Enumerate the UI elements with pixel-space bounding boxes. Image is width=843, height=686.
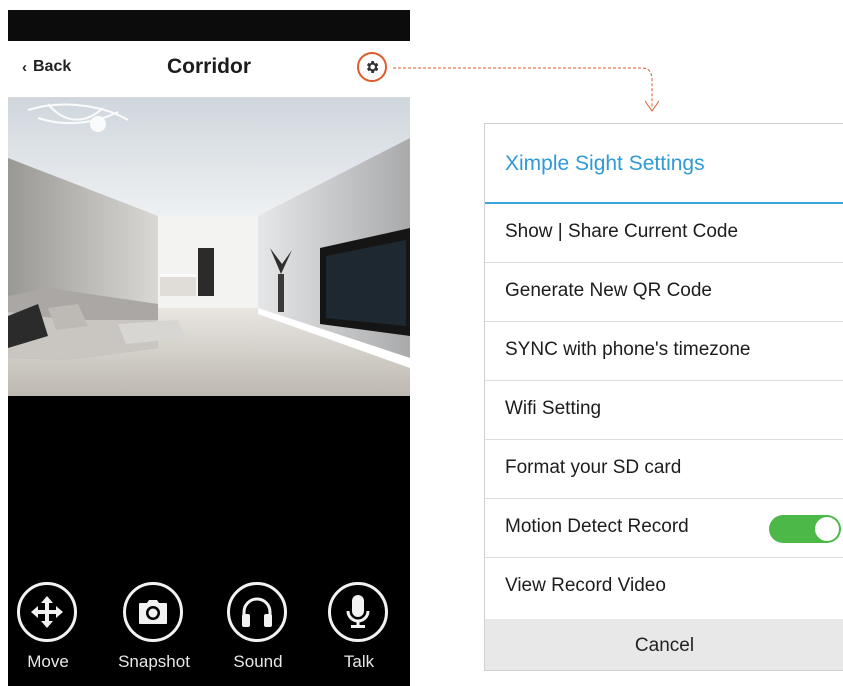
menu-item-label: Motion Detect Record [505,516,689,537]
page-title: Corridor [167,55,251,78]
menu-item-generate-qr[interactable]: Generate New QR Code [485,263,843,322]
cancel-label: Cancel [634,635,695,656]
talk-label: Talk [343,652,375,671]
move-arrows-icon [31,596,63,628]
menu-item-view-record-video[interactable]: View Record Video [485,558,843,617]
motion-detect-toggle[interactable] [769,515,841,543]
room-scene-image [8,98,410,396]
snapshot-label: Snapshot [118,652,190,671]
sound-label: Sound [233,652,283,671]
settings-menu: Ximple Sight Settings Show | Share Curre… [484,123,843,671]
toggle-knob [815,517,839,541]
headphones-icon [242,597,272,627]
microphone-icon [346,595,370,628]
phone-screen: ‹ Back Corridor Move Snapshot Sound Talk [8,10,410,686]
menu-item-label: SYNC with phone's timezone [505,339,751,360]
menu-item-motion-detect: Motion Detect Record [485,499,843,558]
move-label: Move [27,652,69,671]
sound-button[interactable]: Sound [218,580,298,686]
move-ring [17,582,77,642]
talk-ring [328,582,388,642]
camera-feed[interactable] [8,98,410,396]
gear-icon [367,61,379,73]
menu-item-format-sd[interactable]: Format your SD card [485,440,843,499]
menu-item-label: View Record Video [505,575,666,596]
menu-item-wifi-setting[interactable]: Wifi Setting [485,381,843,440]
snapshot-ring [123,582,183,642]
cancel-button[interactable]: Cancel [485,619,843,670]
menu-item-label: Format your SD card [505,457,682,478]
nav-bar: ‹ Back Corridor [8,41,410,98]
settings-menu-header: Ximple Sight Settings [485,124,843,204]
menu-item-label: Wifi Setting [505,398,602,419]
status-bar [8,10,410,41]
talk-button[interactable]: Talk [319,580,399,686]
camera-icon [139,600,167,624]
menu-item-label: Generate New QR Code [505,280,712,301]
sound-ring [227,582,287,642]
snapshot-button[interactable]: Snapshot [114,580,194,686]
settings-menu-title: Ximple Sight Settings [505,152,705,175]
camera-controls: Move Snapshot Sound Talk [8,580,410,686]
menu-item-label: Show | Share Current Code [505,221,739,242]
menu-item-show-share-code[interactable]: Show | Share Current Code [485,204,843,263]
settings-button[interactable] [357,52,387,82]
move-button[interactable]: Move [8,580,88,686]
menu-item-sync-timezone[interactable]: SYNC with phone's timezone [485,322,843,381]
